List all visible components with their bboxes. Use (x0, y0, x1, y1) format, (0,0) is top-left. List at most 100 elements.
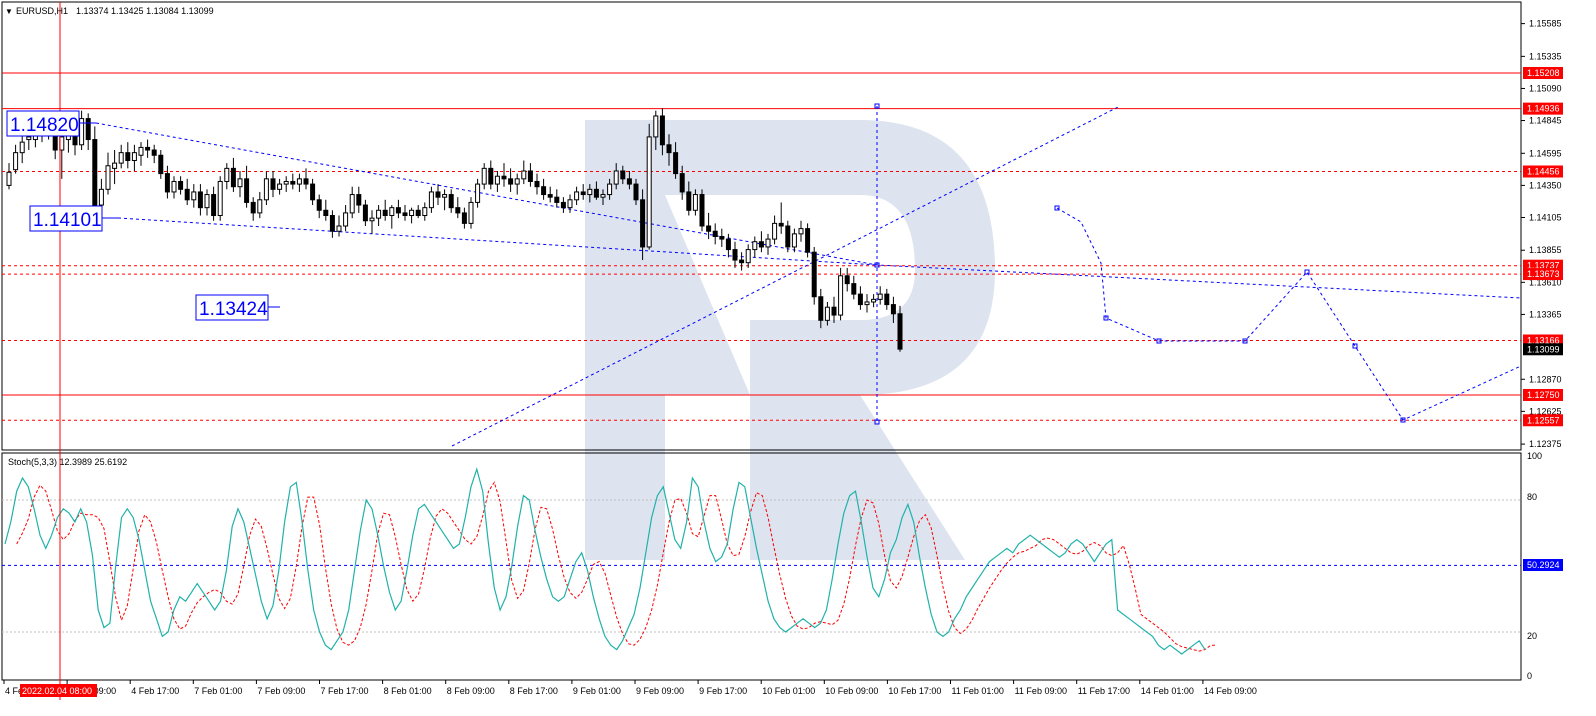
stoch-level-value: 50.2924 (1527, 560, 1560, 570)
annotation-1-label: 1.14820 (10, 115, 79, 136)
time-tick-label: 8 Feb 09:00 (447, 686, 495, 696)
stoch-header: Stoch(5,3,3) 12.3989 25.6192 (8, 457, 127, 467)
level-label: 1.13673 (1527, 269, 1560, 279)
candle (79, 110, 85, 151)
time-tick-label: 9 Feb 09:00 (636, 686, 684, 696)
candle (580, 184, 586, 200)
forecast-path[interactable] (1056, 207, 1522, 421)
level-label: 1.12557 (1527, 415, 1560, 425)
candle (415, 205, 421, 219)
candle (131, 144, 137, 171)
symbol-title: EURUSD,H1 (16, 6, 68, 16)
price-tick-label: 1.14105 (1529, 212, 1562, 222)
stoch-axis: 100 80 20 0 50.2924 (1523, 451, 1563, 681)
price-tick-label: 1.15090 (1529, 83, 1562, 93)
candle (527, 163, 533, 187)
candle (541, 178, 547, 200)
candle (270, 170, 276, 198)
annotation-low-left[interactable]: 1.13424 (195, 294, 280, 321)
candle (237, 170, 243, 198)
candle (343, 205, 349, 232)
time-tick-label: 11 Feb 09:00 (1015, 686, 1067, 696)
level-label: 1.13099 (1527, 344, 1560, 354)
candle (409, 207, 415, 224)
candle (831, 296, 837, 323)
candle (488, 160, 494, 190)
time-tick-label: 11 Feb 17:00 (1078, 686, 1130, 696)
candle (805, 223, 811, 258)
candle (699, 189, 705, 232)
candle (250, 197, 256, 221)
candle (112, 150, 118, 185)
candle (877, 286, 883, 305)
price-tick-label: 1.15335 (1529, 51, 1562, 61)
candle (494, 170, 500, 192)
candle (138, 142, 144, 166)
candle (296, 173, 302, 192)
stoch-tick-20: 20 (1527, 631, 1537, 641)
candle (171, 176, 177, 199)
candle (402, 205, 408, 221)
candle (706, 212, 712, 240)
candle (244, 165, 250, 208)
candle (791, 228, 797, 253)
candle (382, 199, 388, 221)
time-tick-label: 14 Feb 09:00 (1204, 686, 1257, 696)
candle (197, 184, 203, 216)
stoch-tick-0: 0 (1527, 671, 1532, 681)
candle (224, 163, 230, 190)
candle (475, 178, 481, 208)
crosshair-time-label: 2022.02.04 08:00 (20, 684, 97, 697)
candle (857, 286, 863, 310)
candle (389, 205, 395, 229)
candle (428, 186, 434, 213)
candle (758, 231, 764, 253)
candle (739, 252, 745, 271)
candle (712, 223, 718, 245)
candle (455, 197, 461, 219)
candle (765, 233, 771, 255)
candle (554, 189, 560, 208)
price-tick-label: 1.12870 (1529, 374, 1562, 384)
candle (785, 220, 791, 253)
candle (257, 191, 263, 219)
candle (534, 173, 540, 195)
candle (752, 236, 758, 258)
time-tick-label: 4 Feb 17:00 (131, 686, 179, 696)
candle (310, 178, 316, 206)
candle (85, 113, 91, 151)
time-tick-label: 10 Feb 01:00 (762, 686, 815, 696)
candle (6, 163, 12, 190)
candle (19, 132, 25, 164)
price-axis: 1.15585 1.15335 1.15090 1.14845 1.14595 1.143… (1521, 19, 1563, 449)
candle (92, 126, 98, 219)
candle (349, 186, 355, 219)
price-tick-label: 1.14350 (1529, 180, 1562, 190)
candle (560, 197, 566, 213)
annotation-mid-left[interactable]: 1.14101 (29, 205, 118, 232)
candle (283, 176, 289, 192)
price-tick-label: 1.13365 (1529, 309, 1562, 319)
candle (547, 186, 553, 203)
candle (501, 163, 507, 187)
candle (323, 199, 329, 221)
candle (745, 244, 751, 268)
candle (732, 241, 738, 268)
trading-chart[interactable]: ▼ EURUSD,H1 1.13374 1.13425 1.13084 1.13… (0, 0, 1596, 716)
candle (178, 176, 184, 195)
candle (811, 246, 817, 305)
candle (13, 144, 19, 174)
time-tick-label: 8 Feb 17:00 (510, 686, 558, 696)
candle (158, 150, 164, 179)
level-label: 1.14456 (1527, 167, 1560, 177)
stoch-tick-100: 100 (1527, 451, 1542, 461)
symbol-menu-icon[interactable]: ▼ (5, 7, 13, 16)
time-tick-label: 10 Feb 09:00 (825, 686, 878, 696)
candle (725, 233, 731, 258)
candle (844, 267, 850, 292)
candle (151, 144, 157, 164)
candle (316, 194, 322, 219)
price-tick-label: 1.12375 (1529, 439, 1562, 449)
price-tick-label: 1.14595 (1529, 148, 1562, 158)
time-tick-label: 9 Feb 01:00 (573, 686, 621, 696)
